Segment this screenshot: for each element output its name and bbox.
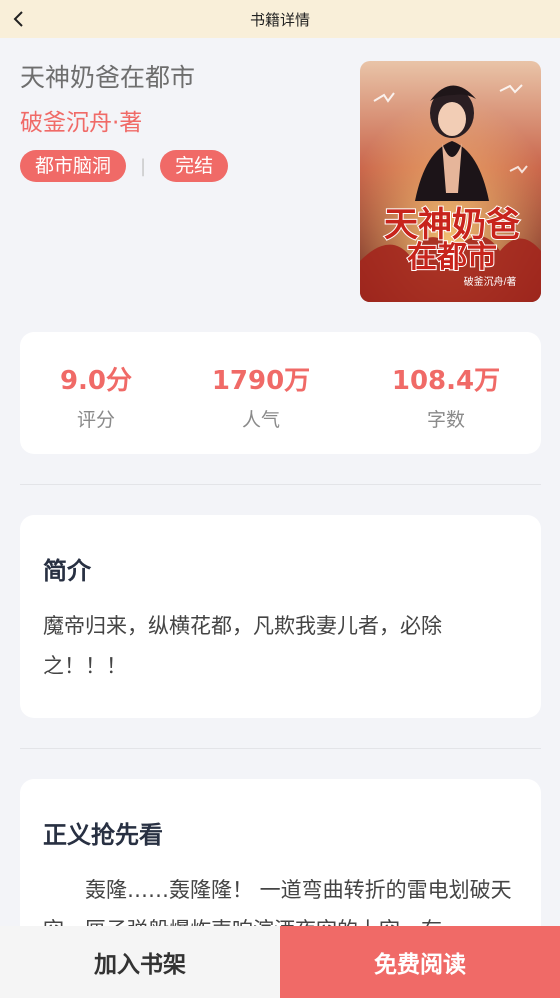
book-title: 天神奶爸在都市 [20,63,196,92]
stat-rating-label: 评分 [76,409,115,431]
intro-card: 简介 魔帝归来，纵横花都，凡欺我妻儿者，必除之！！！ [20,515,541,718]
preview-heading: 正义抢先看 [43,821,163,849]
cover-author-mark: 破釜沉舟/著 [464,275,517,288]
stat-rating-value: 9.0分 [59,366,133,396]
book-cover[interactable]: 天神奶爸 在都市 破釜沉舟/著 [360,61,541,302]
stat-rating: 9.0分 评分 [56,360,136,432]
stat-wordcount-label: 字数 [426,409,465,431]
page-title: 书籍详情 [249,10,310,29]
tag-genre[interactable]: 都市脑洞 [20,150,127,182]
top-bar: 书籍详情 [0,0,560,38]
bottom-action-bar: 加入书架 免费阅读 [0,926,560,998]
intro-text: 魔帝归来，纵横花都，凡欺我妻儿者，必除之！！！ [43,614,442,678]
divider [20,484,541,485]
stat-wordcount-value: 108.4万 [391,366,501,396]
intro-heading: 简介 [43,557,91,585]
stat-popularity: 1790万 人气 [206,360,316,432]
book-tags: 都市脑洞 | 完结 [20,150,229,182]
stat-popularity-value: 1790万 [211,366,311,396]
divider [20,748,541,749]
cover-title-line2: 在都市 [407,240,497,274]
stats-card: 9.0分 评分 1790万 人气 108.4万 字数 [20,332,541,454]
read-free-button[interactable]: 免费阅读 [280,926,560,998]
cover-title-line1: 天神奶爸 [384,206,520,244]
chevron-left-icon[interactable] [10,9,30,29]
stat-popularity-label: 人气 [241,409,280,431]
tag-status[interactable]: 完结 [160,150,229,182]
add-to-shelf-button[interactable]: 加入书架 [0,926,280,998]
stat-wordcount: 108.4万 字数 [384,360,508,432]
book-author: 破釜沉舟·著 [20,110,143,136]
tag-separator: | [140,155,147,177]
